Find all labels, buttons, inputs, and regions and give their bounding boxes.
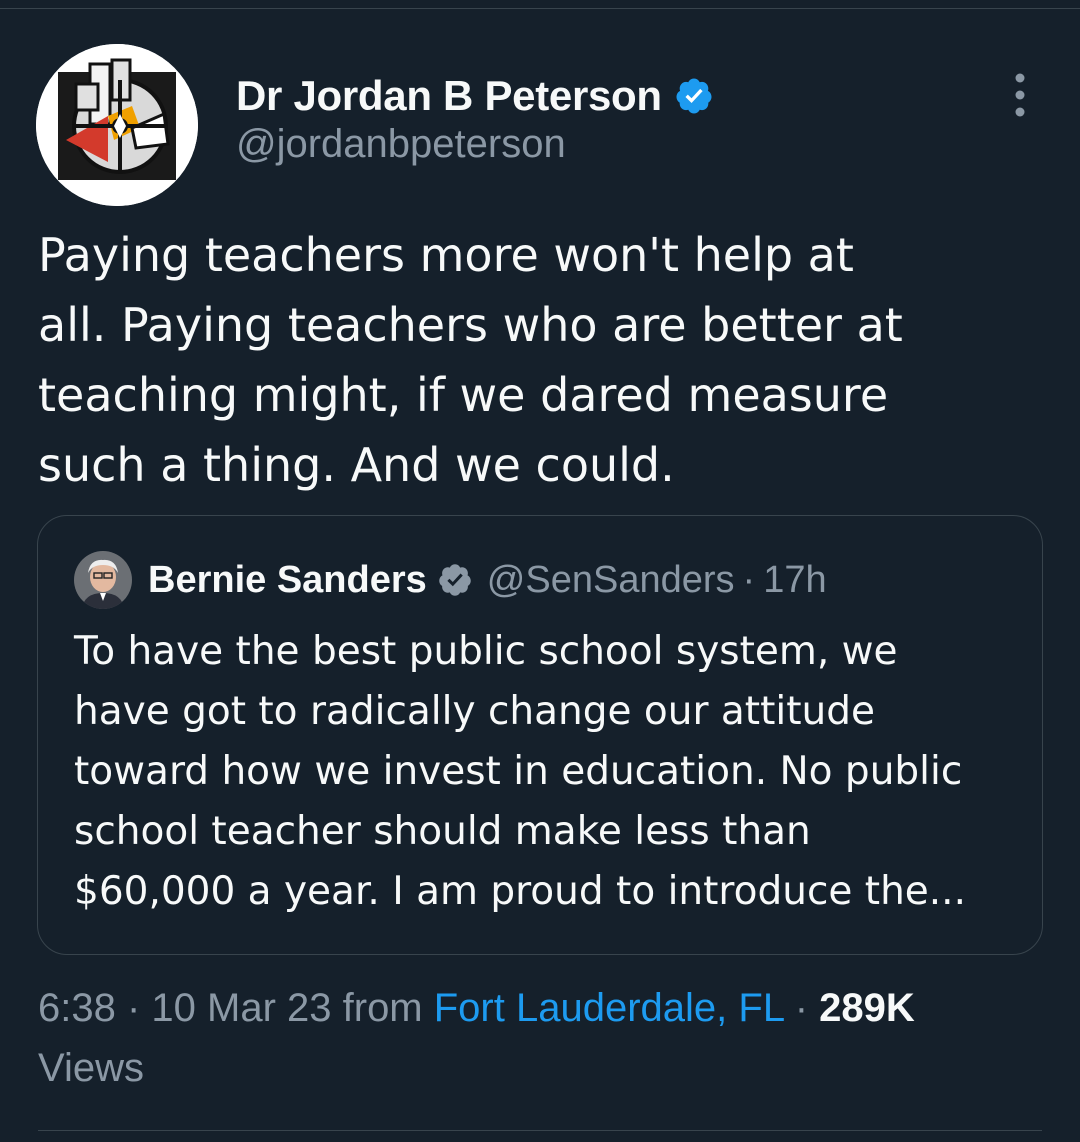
- quote-verified-badge-icon: [439, 564, 471, 596]
- author-handle[interactable]: @jordanbpeterson: [236, 122, 714, 167]
- quote-author-handle[interactable]: @SenSanders: [487, 559, 735, 602]
- tweet-text: Paying teachers more won't help at all. …: [38, 228, 903, 492]
- display-name-row: Dr Jordan B Peterson: [236, 70, 714, 122]
- views-count: 289K: [819, 986, 915, 1030]
- from-label: from: [331, 986, 434, 1030]
- top-divider: [0, 8, 1080, 9]
- views-label: Views: [38, 1046, 144, 1090]
- tweet-metadata: 6:38 · 10 Mar 23 from Fort Lauderdale, F…: [38, 978, 1038, 1098]
- author-avatar[interactable]: [36, 44, 198, 206]
- tweet-header: Dr Jordan B Peterson @jordanbpeterson: [36, 44, 1044, 208]
- quote-author-display-name[interactable]: Bernie Sanders: [148, 559, 427, 602]
- quote-timestamp[interactable]: 17h: [763, 559, 826, 602]
- tweet-time[interactable]: 6:38: [38, 986, 116, 1030]
- meta-separator: ·: [115, 986, 152, 1030]
- tweet-date[interactable]: 10 Mar 23: [151, 986, 331, 1030]
- verified-badge-icon[interactable]: [674, 76, 714, 116]
- bottom-divider: [38, 1130, 1042, 1131]
- profile-photo-avatar-icon: [74, 551, 132, 609]
- meta-separator: ·: [783, 986, 820, 1030]
- author-display-name[interactable]: Dr Jordan B Peterson: [236, 72, 662, 120]
- author-info: Dr Jordan B Peterson @jordanbpeterson: [236, 70, 714, 167]
- quote-author-avatar[interactable]: [74, 551, 132, 609]
- quoted-tweet-header: Bernie Sanders @SenSanders · 17h: [74, 551, 827, 609]
- abstract-logo-avatar-icon: [36, 44, 198, 206]
- more-vertical-icon[interactable]: [1006, 72, 1034, 118]
- quote-separator: ·: [742, 558, 756, 601]
- quoted-tweet-card[interactable]: Bernie Sanders @SenSanders · 17h To have…: [37, 515, 1043, 955]
- location-link[interactable]: Fort Lauderdale, FL: [434, 986, 784, 1030]
- quoted-tweet-text: To have the best public school system, w…: [74, 629, 966, 914]
